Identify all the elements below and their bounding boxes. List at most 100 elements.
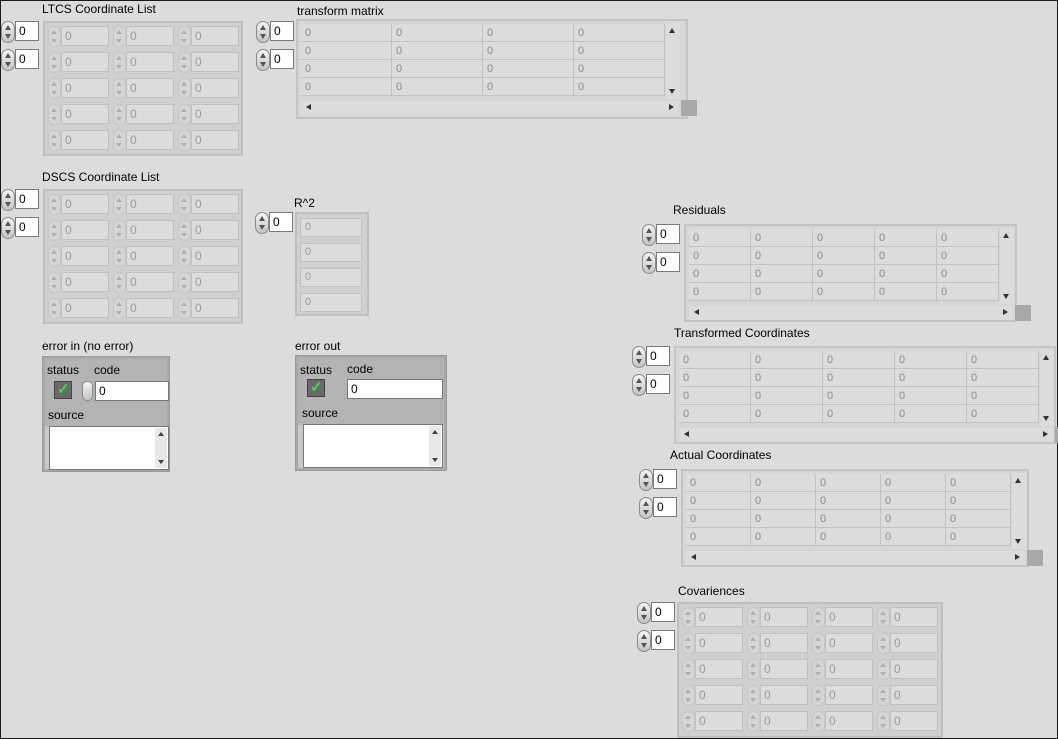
table-cell[interactable]: 0 (946, 528, 1011, 546)
array-element-value[interactable]: 0 (61, 78, 109, 98)
transform-col-index[interactable]: 0 (256, 48, 294, 72)
table-cell[interactable]: 0 (751, 229, 813, 247)
increment-decrement-icon[interactable] (637, 630, 651, 652)
array-element[interactable]: 0 (682, 658, 744, 680)
increment-decrement-icon[interactable] (113, 78, 126, 99)
scroll-down-icon[interactable] (1003, 294, 1009, 299)
residuals-col-index[interactable]: 0 (642, 251, 680, 275)
table-cell[interactable]: 0 (946, 492, 1011, 510)
increment-decrement-icon[interactable] (682, 659, 695, 680)
increment-decrement-icon[interactable] (682, 607, 695, 628)
array-element-value[interactable]: 0 (126, 78, 174, 98)
table-cell[interactable]: 0 (816, 492, 881, 510)
increment-decrement-icon[interactable] (682, 711, 695, 732)
array-element-value[interactable]: 0 (890, 659, 938, 679)
array-element[interactable]: 0 (113, 219, 175, 241)
increment-decrement-icon[interactable] (113, 298, 126, 319)
increment-decrement-icon[interactable] (113, 194, 126, 215)
array-element[interactable]: 0 (812, 606, 874, 628)
array-element-value[interactable]: 0 (191, 194, 239, 214)
increment-decrement-icon[interactable] (48, 272, 61, 293)
index-value[interactable]: 0 (651, 630, 675, 650)
table-cell[interactable]: 0 (689, 265, 751, 283)
table-cell[interactable]: 0 (937, 247, 999, 265)
table-cell[interactable]: 0 (686, 528, 751, 546)
array-element[interactable]: 0 (682, 632, 744, 654)
table-cell[interactable]: 0 (875, 247, 937, 265)
array-element-value[interactable]: 0 (126, 26, 174, 46)
array-element[interactable]: 0 (812, 632, 874, 654)
table-cell[interactable]: 0 (967, 405, 1039, 423)
index-value[interactable]: 0 (270, 21, 294, 41)
array-element[interactable]: 0 (747, 606, 809, 628)
increment-decrement-icon[interactable] (632, 346, 646, 368)
array-element-value[interactable]: 0 (760, 633, 808, 653)
array-element-value[interactable]: 0 (695, 607, 743, 627)
array-element-value[interactable]: 0 (61, 130, 109, 150)
table-cell[interactable]: 0 (574, 60, 665, 78)
array-element-value[interactable]: 0 (191, 78, 239, 98)
index-value[interactable]: 0 (651, 602, 675, 622)
array-element[interactable]: 0 (747, 684, 809, 706)
vertical-scrollbar[interactable] (1000, 228, 1014, 304)
actual-row-index[interactable]: 0 (639, 468, 677, 492)
table-cell[interactable]: 0 (483, 24, 574, 42)
table-cell[interactable]: 0 (946, 474, 1011, 492)
scroll-down-icon[interactable] (1015, 539, 1021, 544)
array-element[interactable]: 0 (48, 245, 110, 267)
increment-decrement-icon[interactable] (812, 659, 825, 680)
table-cell[interactable]: 0 (751, 405, 823, 423)
array-element-value[interactable]: 0 (61, 52, 109, 72)
table-cell[interactable]: 0 (881, 474, 946, 492)
table-cell[interactable]: 0 (679, 387, 751, 405)
array-element[interactable]: 0 (48, 25, 110, 47)
table-cell[interactable]: 0 (483, 78, 574, 96)
increment-decrement-icon[interactable] (178, 298, 191, 319)
table-cell[interactable]: 0 (751, 369, 823, 387)
array-element[interactable]: 0 (113, 297, 175, 319)
array-element[interactable]: 0 (178, 297, 240, 319)
array-element-value[interactable]: 0 (61, 272, 109, 292)
increment-decrement-icon[interactable] (113, 26, 126, 47)
ltcs-col-index[interactable]: 0 (1, 48, 39, 72)
array-element[interactable]: 0 (812, 684, 874, 706)
array-element[interactable]: 0 (682, 710, 744, 732)
source-scrollbar[interactable] (155, 428, 167, 468)
actual-col-index[interactable]: 0 (639, 496, 677, 520)
table-cell[interactable]: 0 (679, 369, 751, 387)
table-cell[interactable]: 0 (967, 387, 1039, 405)
increment-decrement-icon[interactable] (812, 607, 825, 628)
array-element[interactable]: 0 (113, 271, 175, 293)
array-element-value[interactable]: 0 (890, 607, 938, 627)
table-cell[interactable]: 0 (946, 510, 1011, 528)
r2-cell[interactable]: 0 (300, 218, 362, 237)
increment-decrement-icon[interactable] (639, 469, 653, 491)
increment-decrement-icon[interactable] (178, 220, 191, 241)
scroll-left-icon[interactable] (691, 554, 696, 560)
ltcs-row-index[interactable]: 0 (1, 20, 39, 44)
table-cell[interactable]: 0 (967, 351, 1039, 369)
table-cell[interactable]: 0 (483, 42, 574, 60)
array-element-value[interactable]: 0 (61, 298, 109, 318)
table-cell[interactable]: 0 (881, 528, 946, 546)
scroll-right-icon[interactable] (1043, 431, 1048, 437)
status-checkmark-icon[interactable] (54, 380, 72, 399)
array-element[interactable]: 0 (48, 193, 110, 215)
index-value[interactable]: 0 (646, 346, 670, 366)
table-cell[interactable]: 0 (823, 351, 895, 369)
scroll-up-icon[interactable] (1015, 478, 1021, 483)
table-cell[interactable]: 0 (875, 229, 937, 247)
table-cell[interactable]: 0 (937, 283, 999, 301)
table-cell[interactable]: 0 (895, 387, 967, 405)
array-element-value[interactable]: 0 (126, 194, 174, 214)
source-scrollbar[interactable] (429, 426, 441, 466)
table-cell[interactable]: 0 (751, 510, 816, 528)
table-cell[interactable]: 0 (813, 247, 875, 265)
array-element-value[interactable]: 0 (126, 220, 174, 240)
array-element-value[interactable]: 0 (191, 52, 239, 72)
increment-decrement-icon[interactable] (48, 52, 61, 73)
increment-decrement-icon[interactable] (1, 217, 15, 239)
array-element-value[interactable]: 0 (695, 659, 743, 679)
table-cell[interactable]: 0 (483, 60, 574, 78)
array-element-value[interactable]: 0 (890, 633, 938, 653)
